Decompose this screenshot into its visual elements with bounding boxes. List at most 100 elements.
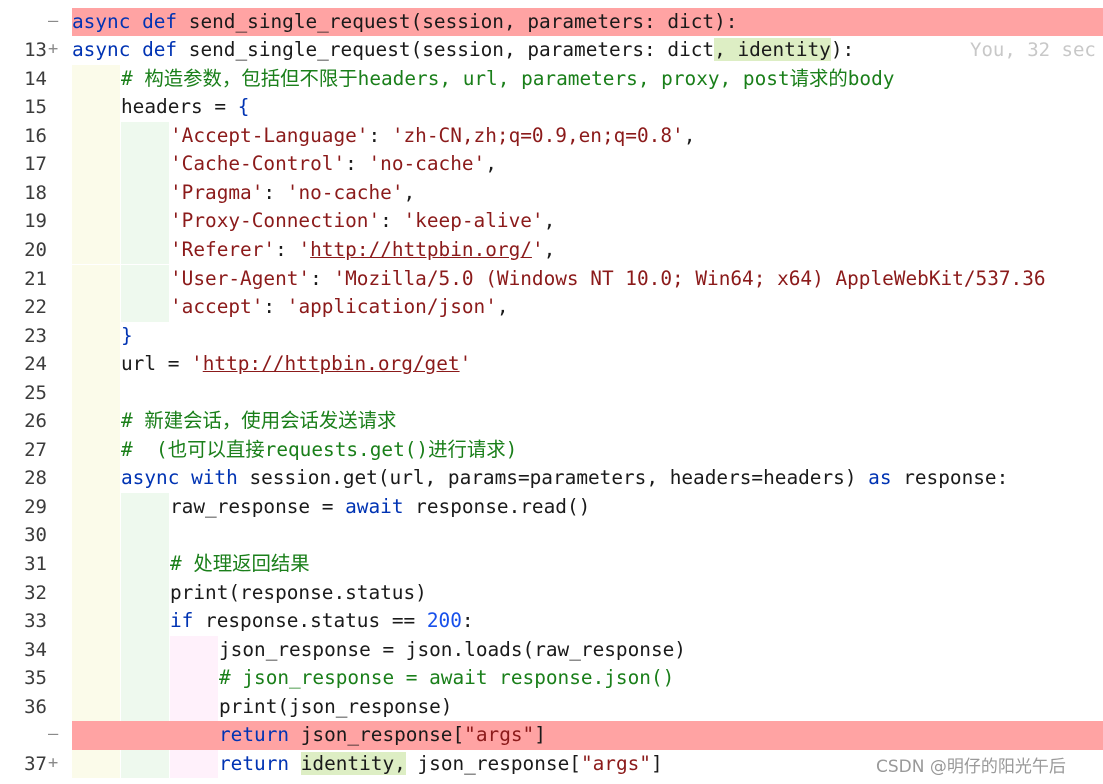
code-line[interactable]: 11: [0, 0, 1103, 8]
code-text[interactable]: print(json_response): [72, 693, 1103, 722]
code-text[interactable]: [72, 521, 1103, 550]
code-token: 'keep-alive': [403, 209, 544, 233]
code-token: http://httpbin.org/get: [202, 352, 460, 376]
code-line[interactable]: 31 # 处理返回结果: [0, 550, 1103, 579]
code-token: http://httpbin.org/: [310, 237, 532, 261]
code-line[interactable]: 21 'User-Agent': 'Mozilla/5.0 (Windows NT…: [0, 264, 1103, 294]
git-blame-hint: You, 32 sec: [970, 39, 1096, 62]
code-text[interactable]: # json_response = await response.json(): [72, 664, 1103, 693]
code-line[interactable]: 33 if response.status == 200:: [0, 607, 1103, 636]
code-line[interactable]: 16 'Accept-Language': 'zh-CN,zh;q=0.9,en;…: [0, 121, 1103, 151]
code-text[interactable]: # 新建会话，使用会话发送请求: [72, 407, 1103, 436]
code-token: 'zh-CN,zh;q=0.9,en;q=0.8': [391, 123, 684, 147]
line-number: 27: [24, 438, 47, 461]
code-token: ,: [485, 152, 497, 176]
line-number: 26: [24, 410, 47, 433]
code-text[interactable]: raw_response = await response.read(): [72, 493, 1103, 522]
code-text[interactable]: json_response = json.loads(raw_response): [72, 636, 1103, 665]
code-text[interactable]: return json_response["args"]: [72, 721, 1103, 750]
line-number: 35: [24, 667, 47, 690]
code-text[interactable]: async def send_single_request(session, p…: [72, 7, 1103, 37]
code-line[interactable]: 28 async with session.get(url, params=par…: [0, 464, 1103, 493]
code-token: # (也可以直接requests.get()进行请求): [121, 437, 518, 461]
code-text[interactable]: 'Accept-Language': 'zh-CN,zh;q=0.9,en;q=…: [72, 122, 1103, 151]
code-token: as: [868, 466, 892, 490]
code-token: :: [461, 609, 474, 633]
code-token: ': [531, 237, 544, 261]
code-text[interactable]: 'accept': 'application/json',: [72, 293, 1103, 322]
code-token: :: [380, 209, 404, 233]
code-text[interactable]: 'Pragma': 'no-cache',: [72, 179, 1103, 208]
line-number: 37: [24, 752, 47, 775]
line-number: 24: [24, 353, 47, 376]
code-text[interactable]: print(response.status): [72, 579, 1103, 608]
code-text[interactable]: 'Proxy-Connection': 'keep-alive',: [72, 207, 1103, 236]
added-line-marker: +: [48, 39, 59, 60]
code-line[interactable]: 17 'Cache-Control': 'no-cache',: [0, 150, 1103, 179]
code-token: 'Accept-Language': [170, 123, 369, 147]
code-line[interactable]: 14 # 构造参数，包括但不限于headers, url, parameters,…: [0, 64, 1103, 94]
code-token: , identity: [714, 38, 831, 62]
code-token: 'Proxy-Connection': [170, 209, 381, 233]
code-text[interactable]: async def send_single_request(session, p…: [72, 36, 1103, 65]
removed-code-line[interactable]: — async def send_single_request(session, …: [0, 7, 1103, 37]
code-token: identity,: [300, 751, 406, 775]
code-line[interactable]: 23}: [0, 321, 1103, 351]
code-text[interactable]: 'Referer': 'http://httpbin.org/',: [72, 236, 1103, 265]
line-number: 33: [24, 610, 47, 633]
code-text[interactable]: 'Cache-Control': 'no-cache',: [72, 150, 1103, 179]
code-text[interactable]: }: [72, 322, 1103, 351]
code-text[interactable]: [72, 0, 1103, 8]
code-line[interactable]: 19 'Proxy-Connection': 'keep-alive',: [0, 207, 1103, 236]
line-number: 18: [24, 181, 47, 204]
code-token: print(json_response): [219, 694, 453, 718]
code-line[interactable]: 15 headers = {: [0, 93, 1103, 122]
code-token: async: [121, 466, 180, 490]
code-text[interactable]: 'User-Agent': 'Mozilla/5.0 (Windows NT 1…: [72, 265, 1103, 294]
code-token: ,: [683, 123, 696, 147]
code-token: await: [345, 494, 404, 518]
code-line[interactable]: 18 'Pragma': 'no-cache',: [0, 178, 1103, 208]
code-token: ,: [403, 180, 416, 204]
code-line[interactable]: 22 'accept': 'application/json',: [0, 293, 1103, 322]
code-line[interactable]: 20 'Referer': 'http://httpbin.org/',: [0, 235, 1103, 265]
code-token: :: [263, 295, 287, 319]
code-text[interactable]: async with session.get(url, params=param…: [72, 464, 1103, 493]
code-token: ]: [534, 723, 546, 747]
code-token: response.status ==: [193, 609, 427, 633]
code-line[interactable]: 34 json_response = json.loads(raw_respons…: [0, 635, 1103, 665]
code-text[interactable]: # (也可以直接requests.get()进行请求): [72, 436, 1103, 465]
code-text[interactable]: # 处理返回结果: [72, 550, 1103, 579]
code-text[interactable]: if response.status == 200:: [72, 607, 1103, 636]
code-token: "args": [580, 751, 651, 775]
code-line[interactable]: 13 + async def send_single_request(session…: [0, 36, 1103, 65]
code-line[interactable]: 29 raw_response = await response.read(): [0, 492, 1103, 522]
code-line[interactable]: 24 url = 'http://httpbin.org/get': [0, 350, 1103, 379]
removed-code-line[interactable]: — return json_response["args"]: [0, 721, 1103, 750]
code-text[interactable]: url = 'http://httpbin.org/get': [72, 350, 1103, 379]
code-line[interactable]: 26 # 新建会话，使用会话发送请求: [0, 407, 1103, 436]
code-editor[interactable]: 11 — async def send_single_request(session…: [0, 0, 1103, 784]
code-token: 'Cache-Control': [170, 152, 346, 176]
code-line[interactable]: 25: [0, 378, 1103, 408]
watermark: CSDN @明仔的阳光午后: [876, 752, 1066, 777]
code-text[interactable]: headers = {: [72, 93, 1103, 122]
code-line[interactable]: 36 print(json_response): [0, 692, 1103, 722]
code-line[interactable]: 35 # json_response = await response.json(…: [0, 664, 1103, 693]
code-token: with: [191, 466, 238, 490]
code-line[interactable]: 27 # (也可以直接requests.get()进行请求): [0, 435, 1103, 465]
code-token: return: [219, 751, 290, 775]
code-text[interactable]: # 构造参数，包括但不限于headers, url, parameters, p…: [72, 65, 1103, 94]
code-line[interactable]: 30: [0, 521, 1103, 550]
code-token: 'no-cache': [368, 152, 486, 176]
code-token: print(response.status): [170, 580, 427, 604]
code-text[interactable]: [72, 379, 1103, 408]
code-token: ):: [830, 38, 855, 62]
line-number: 36: [24, 695, 47, 718]
line-number: 17: [24, 153, 47, 176]
code-token: :: [263, 180, 287, 204]
code-token: url =: [121, 352, 192, 376]
code-line[interactable]: 32 print(response.status): [0, 578, 1103, 608]
